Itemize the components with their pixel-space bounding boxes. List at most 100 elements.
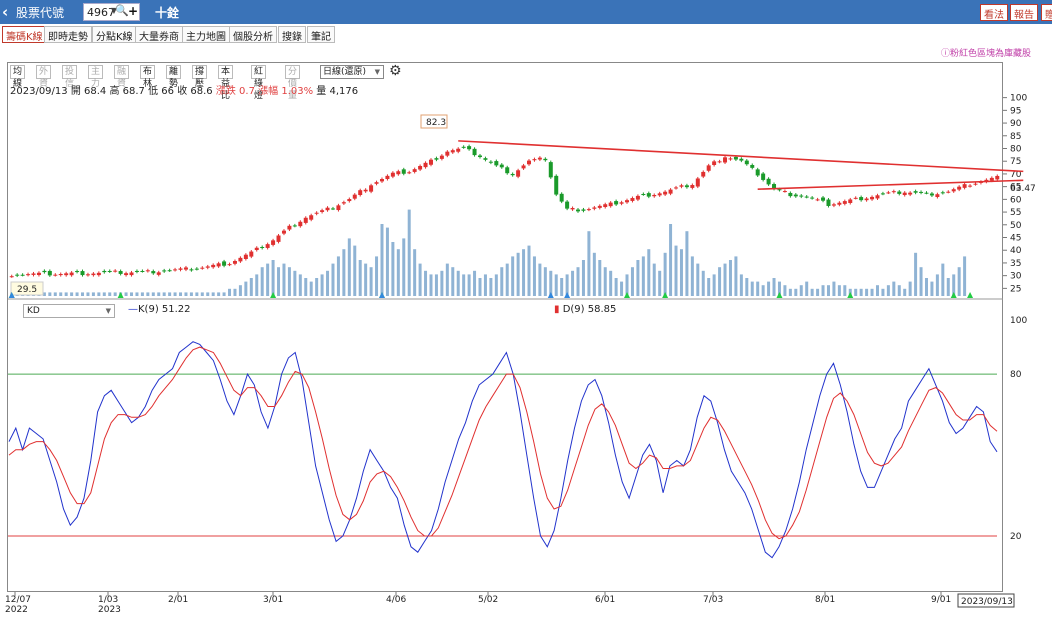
candle-body <box>973 183 978 185</box>
signal-up-icon <box>950 292 957 298</box>
candle-body <box>728 158 733 160</box>
candle-body <box>265 244 270 248</box>
candle-body <box>303 217 308 223</box>
volume-bar <box>473 270 477 296</box>
candle-body <box>53 274 58 276</box>
volume-bar <box>826 285 830 296</box>
volume-bar <box>674 245 678 296</box>
candle-body <box>287 225 292 230</box>
volume-bar <box>451 267 455 296</box>
volume-bar <box>347 238 351 296</box>
candle-body <box>668 189 673 194</box>
volume-bar <box>522 249 526 296</box>
candle-body <box>614 201 619 205</box>
volume-bar <box>652 263 656 296</box>
candle-body <box>494 161 499 166</box>
volume-bar <box>641 256 645 296</box>
candle-body <box>630 198 635 201</box>
signal-up-icon <box>270 292 277 298</box>
candle-body <box>853 197 858 199</box>
volume-bar <box>189 292 193 296</box>
x-axis-label: 1/03 <box>98 595 118 605</box>
x-axis-label: 3/01 <box>263 595 283 605</box>
candle-body <box>352 194 357 199</box>
volume-bar <box>228 288 232 296</box>
candle-body <box>657 193 662 196</box>
candle-body <box>532 159 537 161</box>
volume-bar <box>494 274 498 296</box>
signal-up-icon <box>624 292 631 298</box>
candle-body <box>733 156 738 160</box>
volume-bar <box>86 292 90 296</box>
volume-bar <box>832 281 836 296</box>
candle-body <box>804 196 809 198</box>
volume-bar <box>287 267 291 296</box>
candle-body <box>178 268 183 270</box>
volume-bar <box>53 292 57 296</box>
candle-body <box>548 162 553 178</box>
candle-body <box>162 270 167 272</box>
signal-up-icon <box>967 292 974 298</box>
candle-body <box>842 201 847 204</box>
candle-body <box>320 210 325 212</box>
volume-bar <box>908 281 912 296</box>
candle-body <box>690 185 695 188</box>
volume-bar <box>788 288 792 296</box>
volume-bar <box>146 292 150 296</box>
candle-body <box>559 193 564 202</box>
volume-bar <box>761 285 765 296</box>
volume-bar <box>353 245 357 296</box>
chart-canvas[interactable]: 25303540455055606570758085909510082.329.… <box>0 0 1052 617</box>
volume-bar <box>48 292 52 296</box>
candle-body <box>679 185 684 187</box>
candle-body <box>940 192 945 194</box>
candle-body <box>281 230 286 234</box>
candle-body <box>15 274 20 276</box>
volume-bar <box>767 281 771 296</box>
volume-bar <box>837 285 841 296</box>
volume-bar <box>946 278 950 296</box>
volume-bar <box>756 281 760 296</box>
candle-body <box>897 191 902 194</box>
candle-body <box>875 195 880 199</box>
volume-bar <box>402 238 406 296</box>
candle-body <box>891 191 896 193</box>
candle-body <box>608 202 613 207</box>
volume-bar <box>886 285 890 296</box>
volume-bar <box>309 281 313 296</box>
volume-bar <box>685 231 689 296</box>
candle-body <box>336 205 341 211</box>
candle-body <box>908 192 913 195</box>
volume-bar <box>168 292 172 296</box>
candle-body <box>521 165 526 169</box>
candle-body <box>134 270 139 272</box>
candle-body <box>935 194 940 197</box>
volume-bar <box>505 263 509 296</box>
candle-body <box>183 267 188 270</box>
candle-body <box>189 269 194 271</box>
volume-bar <box>554 274 558 296</box>
volume-bar <box>391 242 395 296</box>
candle-body <box>761 173 766 180</box>
price-ytick-label: 25 <box>1010 284 1021 294</box>
signal-up-icon <box>847 292 854 298</box>
volume-bar <box>532 256 536 296</box>
candle-body <box>902 192 907 196</box>
volume-bar <box>930 281 934 296</box>
candle-body <box>254 247 259 251</box>
volume-bar <box>865 288 869 296</box>
volume-bar <box>718 267 722 296</box>
candle-body <box>129 272 134 276</box>
volume-bar <box>184 292 188 296</box>
volume-bar <box>81 292 85 296</box>
x-axis-label: 8/01 <box>815 595 835 605</box>
volume-bar <box>875 285 879 296</box>
volume-bar <box>897 285 901 296</box>
candle-body <box>870 196 875 200</box>
price-ytick-label: 80 <box>1010 144 1022 154</box>
volume-bar <box>739 274 743 296</box>
volume-bar <box>500 267 504 296</box>
volume-bar <box>342 249 346 296</box>
candle-body <box>831 204 836 206</box>
kd-series-line <box>8 346 998 540</box>
